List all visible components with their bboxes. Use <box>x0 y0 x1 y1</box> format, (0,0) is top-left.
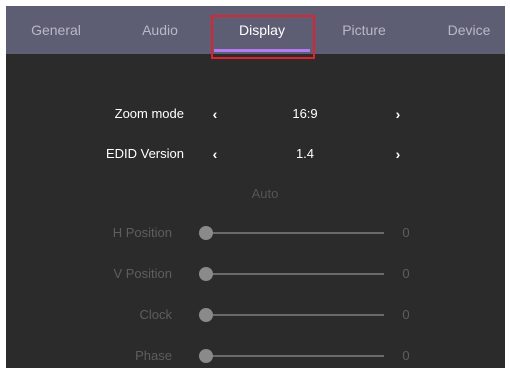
phase-row: Phase 0 <box>6 346 505 366</box>
h-position-thumb[interactable] <box>199 226 213 240</box>
active-tab-indicator <box>214 49 310 52</box>
display-settings-panel: General Audio Display Picture Device Zoo… <box>6 6 505 368</box>
clock-row: Clock 0 <box>6 305 505 325</box>
clock-label: Clock <box>139 307 172 322</box>
clock-thumb[interactable] <box>199 308 213 322</box>
edid-version-next-icon[interactable]: › <box>392 143 404 165</box>
h-position-label: H Position <box>112 225 172 240</box>
v-position-row: V Position 0 <box>6 264 505 284</box>
tab-general[interactable]: General <box>6 6 106 54</box>
clock-value: 0 <box>402 307 410 322</box>
h-position-value: 0 <box>402 225 410 240</box>
edid-version-prev-icon[interactable]: ‹ <box>209 143 221 165</box>
h-position-row: H Position 0 <box>6 223 505 243</box>
auto-button[interactable]: Auto <box>240 184 290 204</box>
clock-track[interactable] <box>206 314 384 316</box>
tab-audio[interactable]: Audio <box>110 6 210 54</box>
v-position-track[interactable] <box>206 273 384 275</box>
phase-track[interactable] <box>206 355 384 357</box>
edid-version-row: EDID Version ‹ 1.4 › <box>6 143 505 165</box>
zoom-mode-row: Zoom mode ‹ 16:9 › <box>6 103 505 125</box>
phase-label: Phase <box>135 348 172 363</box>
edid-version-label: EDID Version <box>105 146 184 161</box>
tab-display[interactable]: Display <box>212 6 312 54</box>
edid-version-value: 1.4 <box>295 146 315 161</box>
tab-device[interactable]: Device <box>419 6 505 54</box>
zoom-mode-prev-icon[interactable]: ‹ <box>209 103 221 125</box>
h-position-track[interactable] <box>206 232 384 234</box>
v-position-value: 0 <box>402 266 410 281</box>
v-position-label: V Position <box>113 266 172 281</box>
v-position-thumb[interactable] <box>199 267 213 281</box>
zoom-mode-next-icon[interactable]: › <box>392 103 404 125</box>
zoom-mode-value: 16:9 <box>292 106 318 121</box>
phase-value: 0 <box>402 348 410 363</box>
zoom-mode-label: Zoom mode <box>114 106 184 121</box>
tab-picture[interactable]: Picture <box>314 6 414 54</box>
phase-thumb[interactable] <box>199 349 213 363</box>
tab-bar: General Audio Display Picture Device <box>6 6 505 54</box>
